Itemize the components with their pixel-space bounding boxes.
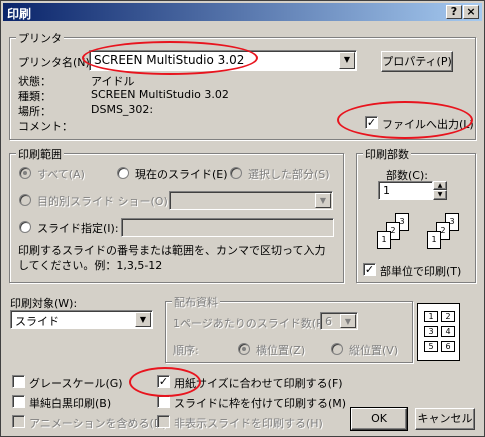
handout-cell: 3 [424,326,438,337]
scale-to-fit-checkbox[interactable]: ✓ [157,375,170,388]
printer-name-label: プリンタ名(N): [18,56,94,69]
range-custom-show-radio[interactable] [19,194,31,206]
range-selection-radio[interactable] [230,167,242,179]
comment-label: コメント： [18,120,73,133]
order-horizontal-label: 横位置(Z) [256,344,306,357]
collate-label: 部単位で印刷(T) [380,265,462,278]
scale-to-fit-label: 用紙サイズに合わせて印刷する(F) [174,377,343,390]
status-label: 状態： [18,75,51,88]
range-current-label: 現在のスライド(E) [135,168,228,181]
page-icon: 1 [377,231,391,249]
copies-count-input[interactable]: 1 [378,181,433,200]
handout-cell: 6 [441,341,455,352]
order-vertical-label: 縦位置(V) [349,344,399,357]
range-custom-show-label: 目的別スライド ショー(O): [37,195,172,208]
spin-up-icon[interactable]: ▲ [433,181,447,190]
type-value: SCREEN MultiStudio 3.02 [91,88,229,101]
range-slides-label: スライド指定(I): [37,222,119,235]
handout-preview-icon: 1 2 3 4 5 6 [417,303,460,361]
print-what-select[interactable]: スライド ▼ [10,310,153,329]
range-current-radio[interactable] [117,167,129,179]
cancel-button[interactable]: キャンセル [415,408,475,430]
page-icon: 1 [427,231,441,249]
animations-checkbox[interactable] [12,415,25,428]
per-page-label: 1ページあたりのスライド数(R): [173,317,332,330]
hidden-slides-label: 非表示スライドを印刷する(H) [174,417,323,430]
order-label: 順序: [173,344,199,357]
print-range-group-label: 印刷範囲 [16,146,64,162]
print-what-label: 印刷対象(W): [10,297,78,310]
frame-slides-checkbox[interactable] [157,395,170,408]
title-bar[interactable]: 印刷 ? × [3,3,482,21]
handout-cell: 1 [424,311,438,322]
print-dialog: 印刷 ? × プリンタ プリンタ名(N): SCREEN MultiStudio… [0,0,485,437]
status-value: アイドル [91,75,135,88]
copies-group-label: 印刷部数 [363,146,411,162]
printer-name-value: SCREEN MultiStudio 3.02 [94,53,245,67]
custom-show-select[interactable]: ▼ [169,191,333,210]
printer-name-select[interactable]: SCREEN MultiStudio 3.02 ▼ [89,50,357,71]
chevron-down-icon[interactable]: ▼ [339,52,355,69]
handout-cell: 2 [441,311,455,322]
frame-slides-label: スライドに枠を付けて印刷する(M) [174,397,347,410]
grayscale-checkbox[interactable] [12,375,25,388]
print-to-file-label: ファイルへ出力(L) [382,118,474,131]
pure-bw-label: 単純白黒印刷(B) [29,397,112,410]
order-horizontal-radio[interactable] [238,343,250,355]
type-label: 種類： [18,90,51,103]
print-what-value: スライド [15,315,59,328]
range-help-text: 印刷するスライドの番号または範囲を、カンマで区切って入力してください。例：1,3… [18,244,326,272]
per-page-value: 6 [325,315,332,328]
print-to-file-checkbox[interactable]: ✓ [365,116,378,129]
window-title: 印刷 [7,7,32,21]
chevron-down-icon[interactable]: ▼ [135,312,151,327]
order-vertical-radio[interactable] [331,343,343,355]
slides-input[interactable] [121,218,334,237]
pure-bw-checkbox[interactable] [12,395,25,408]
spin-down-icon[interactable]: ▼ [433,190,447,200]
help-button[interactable]: ? [446,5,462,19]
handout-cell: 4 [441,326,455,337]
range-slides-radio[interactable] [19,221,31,233]
properties-button[interactable]: プロパティ(P) [381,51,453,72]
handout-cell: 5 [424,341,438,352]
handouts-group-label: 配布資料 [172,294,220,310]
chevron-down-icon[interactable]: ▼ [315,193,331,208]
collate-checkbox[interactable]: ✓ [363,263,376,276]
grayscale-label: グレースケール(G) [29,377,123,390]
hidden-slides-checkbox[interactable] [157,415,170,428]
per-page-select[interactable]: 6 ▼ [320,312,358,330]
where-label: 場所： [18,105,51,118]
range-all-label: すべて(A) [37,168,85,181]
animations-label: アニメーションを含める(D) [29,417,167,430]
close-button[interactable]: × [463,5,479,19]
printer-group-label: プリンタ [16,30,64,46]
ok-button[interactable]: OK [350,407,408,431]
chevron-down-icon[interactable]: ▼ [340,314,356,328]
where-value: DSMS_302: [91,103,154,116]
range-selection-label: 選択した部分(S) [248,168,330,181]
range-all-radio[interactable] [19,167,31,179]
copies-count-value: 1 [383,184,390,197]
